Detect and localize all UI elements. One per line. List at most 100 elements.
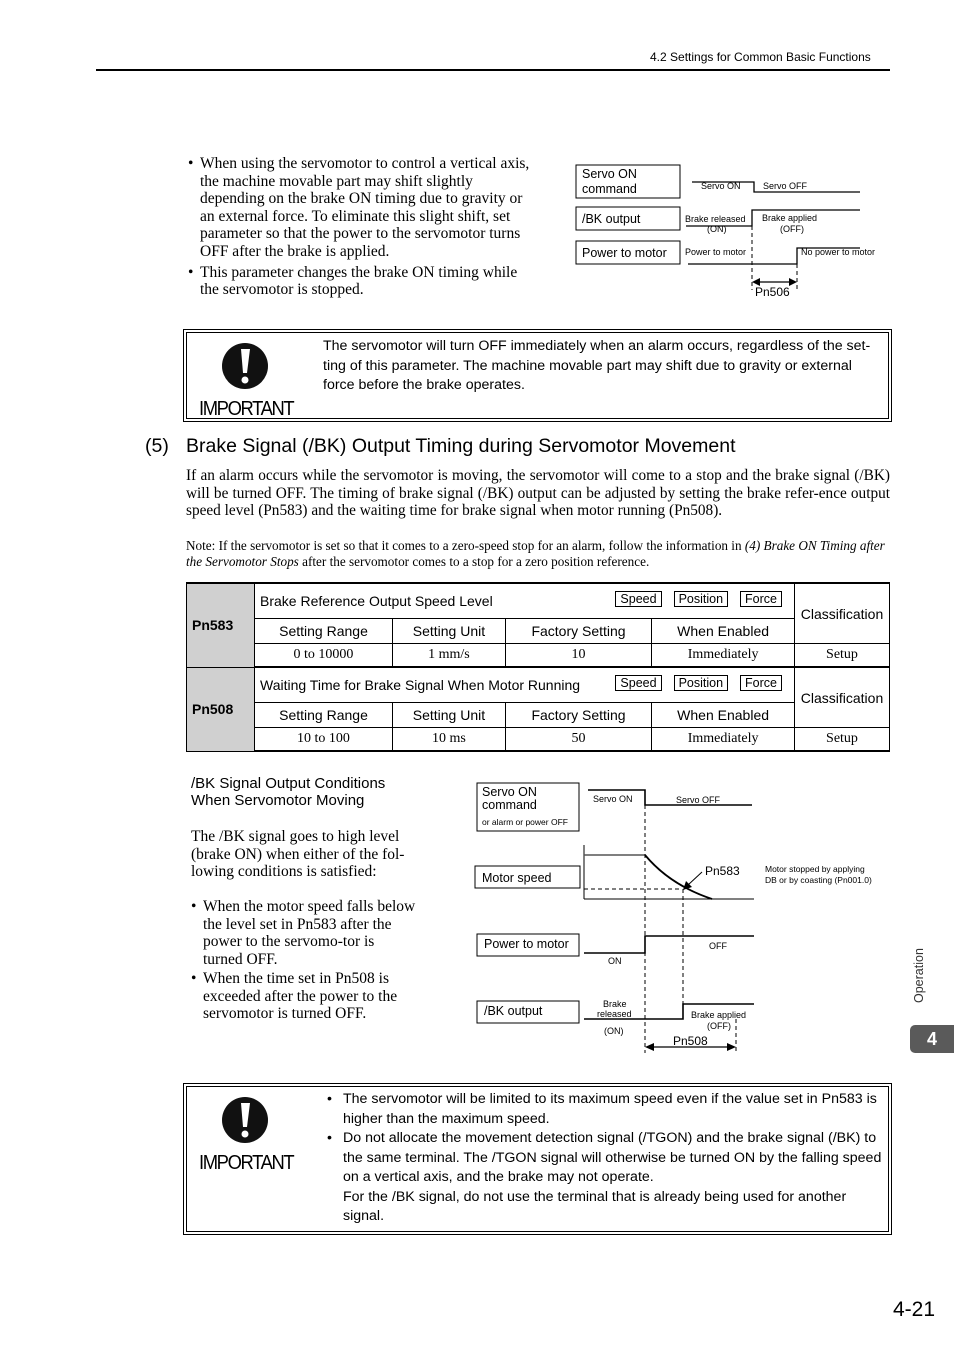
- exclamation-circle-icon: [222, 1097, 268, 1143]
- chapter-tab[interactable]: 4: [910, 1025, 954, 1053]
- important-notice-2: IMPORTANT The servomotor will be limited…: [183, 1083, 892, 1235]
- bk-state-after-1: Brake applied: [762, 213, 817, 223]
- important-notice-1: IMPORTANT The servomotor will turn OFF i…: [183, 329, 892, 422]
- setting-unit: 10 ms: [392, 727, 506, 752]
- chapter-side-label: Operation: [906, 937, 930, 1003]
- tag-position: Position: [673, 675, 729, 691]
- power-before: ON: [608, 956, 622, 966]
- pn583-pointer: [687, 871, 703, 886]
- classification-header: Classification: [794, 666, 890, 728]
- speed-decay-curve: [644, 854, 713, 900]
- power-state-after: No power to motor: [801, 247, 875, 257]
- bullet-item: Do not allocate the movement detection s…: [327, 1129, 882, 1188]
- bk-moving-timing-diagram: Servo ON command or alarm or power OFF S…: [470, 775, 900, 1065]
- chapter-name: Operation: [912, 948, 926, 1003]
- important-text: The servomotor will be limited to its ma…: [327, 1090, 882, 1227]
- bk-before-3: (ON): [604, 1026, 624, 1036]
- bullet-item: When using the servomotor to control a v…: [188, 155, 538, 261]
- tag-speed: Speed: [615, 591, 662, 607]
- param-name: Brake Reference Output Speed Level: [260, 593, 493, 609]
- tag-position: Position: [673, 591, 729, 607]
- col-header: Factory Setting: [504, 702, 653, 728]
- param-name-cell: Brake Reference Output Speed Level Speed…: [254, 582, 795, 619]
- brake-on-timing-diagram: Servo ON command /BK output Power to mot…: [570, 160, 890, 310]
- speed-note-2: DB or by coasting (Pn001.0): [765, 875, 872, 885]
- setting-range: 0 to 10000: [254, 643, 393, 668]
- setting-unit: 1 mm/s: [392, 643, 506, 668]
- speed-note-1: Motor stopped by applying: [765, 864, 865, 874]
- header-rule: [96, 69, 890, 71]
- section-number: (5): [145, 435, 169, 457]
- bk-output-label: /BK output: [582, 212, 641, 226]
- parameter-table: Pn583 Brake Reference Output Speed Level…: [186, 582, 890, 752]
- important-label: IMPORTANT: [199, 398, 295, 420]
- important-extra: For the /BK signal, do not use the termi…: [343, 1188, 847, 1225]
- param-name-cell: Waiting Time for Brake Signal When Motor…: [254, 666, 795, 703]
- mode-tags: Speed Position Force: [603, 674, 782, 691]
- tag-force: Force: [740, 675, 782, 691]
- classification-header: Classification: [794, 582, 890, 644]
- arrow-head-right-icon: [727, 1043, 736, 1051]
- servo-label-3: or alarm or power OFF: [482, 817, 568, 827]
- bk-after-2: (OFF): [707, 1021, 731, 1031]
- pn506-label: Pn506: [755, 285, 790, 299]
- bullet-item: When the motor speed falls below the lev…: [191, 898, 416, 968]
- col-header: Setting Range: [254, 618, 393, 644]
- bk-label: /BK output: [484, 1004, 543, 1018]
- arrow-head-left-icon: [645, 1043, 654, 1051]
- mode-tags: Speed Position Force: [603, 590, 782, 607]
- section-title: Brake Signal (/BK) Output Timing during …: [186, 435, 736, 457]
- bullet-item: The servomotor will be limited to its ma…: [327, 1090, 882, 1129]
- factory-setting: 50: [504, 727, 653, 752]
- col-header: Setting Unit: [392, 618, 506, 644]
- note-paragraph: Note: If the servomotor is set so that i…: [186, 538, 886, 570]
- when-enabled: Immediately: [651, 643, 795, 668]
- arrow-head-right-icon: [789, 278, 797, 286]
- servo-label-2: command: [482, 798, 537, 812]
- bk-state-after-2: (OFF): [780, 224, 804, 234]
- servo-label-1: Servo ON: [482, 785, 537, 799]
- servo-on-state-after: Servo OFF: [763, 181, 808, 191]
- important-bullets: The servomotor will be limited to its ma…: [327, 1090, 882, 1188]
- bk-before-1: Brake: [603, 999, 627, 1009]
- bullet-item: This parameter changes the brake ON timi…: [188, 264, 538, 299]
- servo-on-label-1: Servo ON: [582, 167, 637, 181]
- param-name: Waiting Time for Brake Signal When Motor…: [260, 677, 581, 693]
- col-header: Setting Range: [254, 702, 393, 728]
- power-label: Power to motor: [484, 937, 569, 951]
- power-after: OFF: [709, 941, 727, 951]
- important-label: IMPORTANT: [199, 1152, 295, 1174]
- note-suffix: after the servomotor comes to a stop for…: [298, 554, 650, 569]
- power-label: Power to motor: [582, 246, 667, 260]
- classification: Setup: [794, 643, 890, 668]
- tag-force: Force: [740, 591, 782, 607]
- important-icon-group: IMPORTANT: [195, 341, 295, 421]
- bk-heading-line2: When Servomotor Moving: [191, 792, 365, 809]
- bk-conditions-heading: /BK Signal Output Conditions When Servom…: [191, 775, 385, 809]
- bk-after-1: Brake applied: [691, 1010, 746, 1020]
- bk-heading-line1: /BK Signal Output Conditions: [191, 775, 386, 792]
- servo-before: Servo ON: [593, 794, 633, 804]
- bk-conditions-list: When the motor speed falls below the lev…: [191, 898, 416, 1025]
- bullet-item: When the time set in Pn508 is exceeded a…: [191, 970, 416, 1023]
- pn508-label: Pn508: [673, 1034, 708, 1048]
- intro-paragraph: If an alarm occurs while the servomotor …: [186, 467, 890, 520]
- when-enabled: Immediately: [651, 727, 795, 752]
- exclamation-circle-icon: [222, 343, 268, 389]
- servo-on-label-2: command: [582, 182, 637, 196]
- param-id: Pn508: [186, 666, 255, 752]
- motor-speed-label: Motor speed: [482, 871, 552, 885]
- classification: Setup: [794, 727, 890, 752]
- important-icon-group: IMPORTANT: [195, 1095, 295, 1175]
- param-id: Pn583: [186, 582, 255, 668]
- col-header: Setting Unit: [392, 702, 506, 728]
- servo-on-state-before: Servo ON: [701, 181, 741, 191]
- pn583-marker: Pn583: [705, 864, 740, 878]
- col-header: When Enabled: [651, 702, 795, 728]
- running-header: 4.2 Settings for Common Basic Functions: [650, 50, 871, 64]
- col-header: Factory Setting: [504, 618, 653, 644]
- page-number: 4-21: [893, 1298, 936, 1321]
- power-waveform: [584, 935, 754, 954]
- table-row: 0 to 10000 1 mm/s 10 Immediately Setup: [187, 643, 890, 668]
- bk-state-before-2: (ON): [707, 224, 727, 234]
